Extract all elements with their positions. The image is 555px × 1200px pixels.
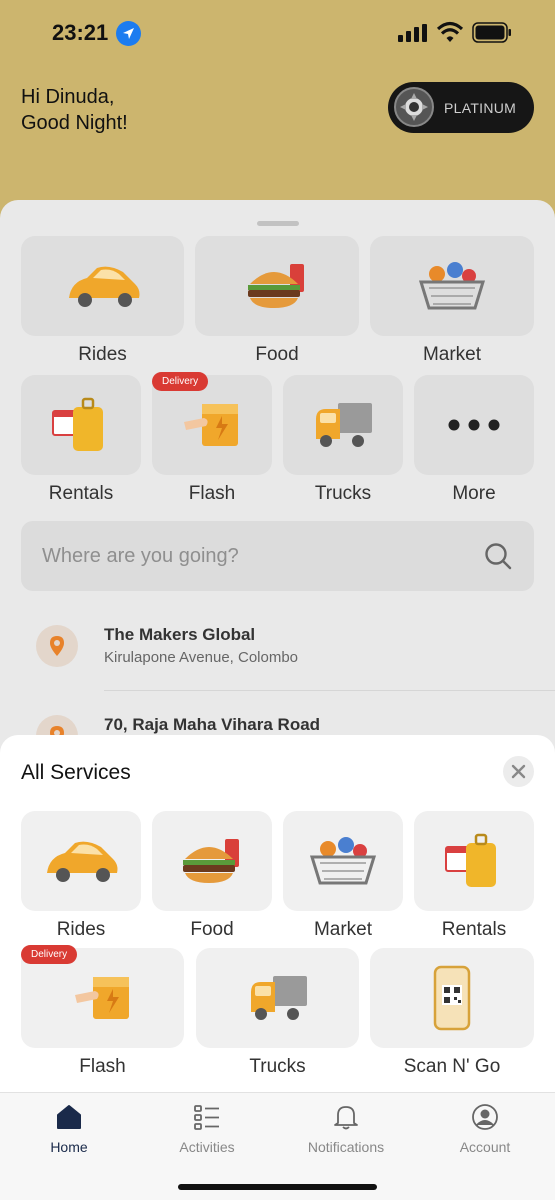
- service-label: Trucks: [314, 483, 372, 504]
- service-label: Rides: [56, 919, 106, 940]
- service-label: Trucks: [249, 1056, 306, 1077]
- service-tile-rides[interactable]: [21, 811, 141, 911]
- place-name: The Makers Global: [104, 625, 256, 644]
- tab-label: Notifications: [307, 1139, 385, 1155]
- greeting: Hi Dinuda, Good Night!: [21, 84, 128, 136]
- qr-phone-icon: [433, 965, 471, 1031]
- status-time: 23:21: [52, 20, 109, 45]
- status-bar: 23:21: [0, 0, 555, 66]
- service-label: Rentals: [48, 483, 114, 504]
- service-tile-more[interactable]: [414, 375, 534, 475]
- burger-icon: [183, 839, 239, 883]
- tab-label: Home: [50, 1139, 88, 1155]
- search-placeholder: Where are you going?: [42, 545, 239, 567]
- basket-icon: [418, 262, 486, 310]
- burger-icon: [248, 264, 304, 308]
- recent-place-item[interactable]: The Makers Global Kirulapone Avenue, Col…: [0, 621, 555, 691]
- service-label: More: [452, 483, 496, 504]
- service-label: Flash: [188, 483, 236, 504]
- divider: [104, 690, 555, 691]
- basket-icon: [309, 837, 377, 885]
- cellular-signal-icon: [398, 24, 427, 42]
- membership-tier-button[interactable]: PLATINUM: [388, 82, 534, 133]
- greeting-name: Hi Dinuda,: [21, 86, 115, 108]
- service-tile-scan-n-go[interactable]: [370, 948, 534, 1048]
- tab-home[interactable]: Home: [0, 1093, 138, 1173]
- tab-activities[interactable]: Activities: [138, 1093, 276, 1173]
- service-label: Market: [422, 344, 482, 365]
- tab-bar: Home Activities Notifications Account: [0, 1092, 555, 1200]
- home-icon: [57, 1105, 81, 1129]
- service-label: Food: [190, 919, 234, 940]
- suitcase-icon: [445, 833, 496, 887]
- suitcase-icon: [52, 397, 103, 451]
- tier-label: PLATINUM: [444, 100, 517, 116]
- home-indicator[interactable]: [178, 1184, 377, 1190]
- service-tile-trucks[interactable]: [196, 948, 359, 1048]
- service-tile-trucks[interactable]: [283, 375, 403, 475]
- close-button[interactable]: [503, 756, 534, 787]
- service-tile-food[interactable]: [152, 811, 272, 911]
- place-name: 70, Raja Maha Vihara Road: [104, 715, 321, 734]
- car-icon: [47, 841, 118, 882]
- list-icon: [194, 1105, 219, 1130]
- battery-icon: [472, 22, 511, 43]
- delivery-badge: Delivery: [21, 945, 78, 964]
- more-dots-icon: [448, 419, 500, 431]
- account-icon: [472, 1104, 498, 1130]
- place-address: Kirulapone Avenue, Colombo: [104, 649, 299, 666]
- service-tile-market[interactable]: [370, 236, 534, 336]
- service-tile-rides[interactable]: [21, 236, 184, 336]
- tab-label: Activities: [179, 1139, 235, 1155]
- wifi-icon: [437, 21, 463, 42]
- service-tile-food[interactable]: [195, 236, 359, 336]
- service-label: Rides: [78, 344, 127, 365]
- tab-account[interactable]: Account: [416, 1093, 554, 1173]
- delivery-badge: Delivery: [152, 372, 209, 391]
- truck-icon: [250, 976, 307, 1020]
- service-label: Market: [313, 919, 373, 940]
- service-tile-rentals[interactable]: [21, 375, 141, 475]
- tier-badge-icon: [394, 87, 434, 127]
- search-icon[interactable]: [484, 542, 512, 570]
- sheet-title: All Services: [21, 761, 131, 784]
- service-label: Food: [255, 344, 299, 365]
- service-label: Rentals: [441, 919, 507, 940]
- service-tile-market[interactable]: [283, 811, 403, 911]
- service-label: Scan N' Go: [403, 1056, 501, 1077]
- car-icon: [68, 266, 139, 307]
- truck-icon: [316, 403, 372, 447]
- service-label: Flash: [79, 1056, 126, 1077]
- location-pin-icon: [36, 625, 78, 667]
- location-arrow-icon: [116, 21, 141, 46]
- package-icon: [74, 977, 129, 1019]
- tab-notifications[interactable]: Notifications: [277, 1093, 415, 1173]
- destination-search-input[interactable]: Where are you going?: [21, 521, 534, 591]
- package-icon: [184, 404, 238, 446]
- close-icon: [511, 764, 526, 779]
- drag-handle[interactable]: [257, 221, 299, 226]
- tab-label: Account: [459, 1139, 511, 1155]
- service-tile-rentals[interactable]: [414, 811, 534, 911]
- greeting-time-of-day: Good Night!: [21, 112, 128, 134]
- bell-icon: [334, 1106, 358, 1130]
